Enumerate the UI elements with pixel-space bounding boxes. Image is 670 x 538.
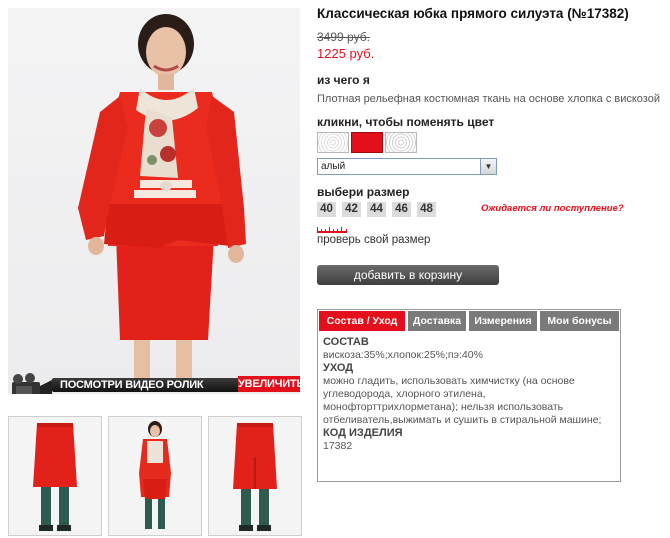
product-title: Классическая юбка прямого силуэта (№1738… (317, 6, 629, 21)
model-full-image (139, 421, 171, 529)
tab-bar: Состав / Уход Доставка Измерения Мои бон… (318, 310, 620, 332)
check-size-link[interactable]: проверь свой размер (317, 234, 430, 246)
tab-composition-care[interactable]: Состав / Уход (319, 311, 405, 331)
color-swatch-white-2[interactable] (385, 132, 417, 153)
zoom-button[interactable]: УВЕЛИЧИТЬ (238, 376, 300, 392)
color-swatch-white-1[interactable] (317, 132, 349, 153)
model-illustration (78, 14, 246, 388)
old-price: 3499 руб. (317, 30, 370, 44)
video-camera-icon (12, 373, 52, 394)
size-option-48[interactable]: 48 (417, 202, 436, 217)
watch-video-link[interactable]: ПОСМОТРИ ВИДЕО РОЛИК (60, 379, 204, 391)
chevron-down-icon[interactable]: ▼ (480, 159, 496, 174)
size-option-42[interactable]: 42 (342, 202, 361, 217)
material-label: из чего я (317, 73, 370, 87)
color-label: кликни, чтобы поменять цвет (317, 115, 495, 129)
skirt-back-image (233, 423, 277, 531)
color-select[interactable]: алый ▼ (317, 158, 497, 175)
size-option-44[interactable]: 44 (367, 202, 386, 217)
thumbnail-skirt-back[interactable] (208, 416, 302, 536)
tab-content: СОСТАВ вискоза:35%;хлопок:25%;пэ:40% УХО… (323, 336, 615, 453)
awaiting-stock-link[interactable]: Ожидается ли поступление? (481, 203, 624, 214)
add-to-cart-button[interactable]: добавить в корзину (317, 265, 499, 285)
product-code-heading: КОД ИЗДЕЛИЯ (323, 427, 403, 439)
thumbnail-skirt-front[interactable] (8, 416, 102, 536)
tab-delivery[interactable]: Доставка (408, 311, 466, 331)
skirt-front-image (33, 423, 77, 531)
care-text: можно гладить, использовать химчистку (н… (323, 375, 602, 426)
color-select-value: алый (321, 161, 346, 172)
main-product-photo[interactable]: ПОСМОТРИ ВИДЕО РОЛИК УВЕЛИЧИТЬ (8, 8, 300, 394)
video-bar[interactable]: ПОСМОТРИ ВИДЕО РОЛИК УВЕЛИЧИТЬ (8, 372, 300, 394)
thumbnail-model-full[interactable] (108, 416, 202, 536)
composition-text: вискоза:35%;хлопок:25%;пэ:40% (323, 349, 483, 361)
tab-my-bonuses[interactable]: Мои бонусы (540, 311, 619, 331)
color-swatch-red[interactable] (351, 132, 383, 153)
tab-measurements[interactable]: Измерения (469, 311, 537, 331)
size-option-46[interactable]: 46 (392, 202, 411, 217)
material-description: Плотная рельефная костюмная ткань на осн… (317, 93, 660, 105)
size-option-40[interactable]: 40 (317, 202, 336, 217)
product-code-value: 17382 (323, 440, 353, 452)
ruler-icon (317, 227, 347, 233)
composition-heading: СОСТАВ (323, 336, 369, 348)
care-heading: УХОД (323, 362, 354, 374)
new-price: 1225 руб. (317, 46, 375, 61)
size-label: выбери размер (317, 185, 410, 199)
product-details-tabs: Состав / Уход Доставка Измерения Мои бон… (317, 309, 621, 482)
